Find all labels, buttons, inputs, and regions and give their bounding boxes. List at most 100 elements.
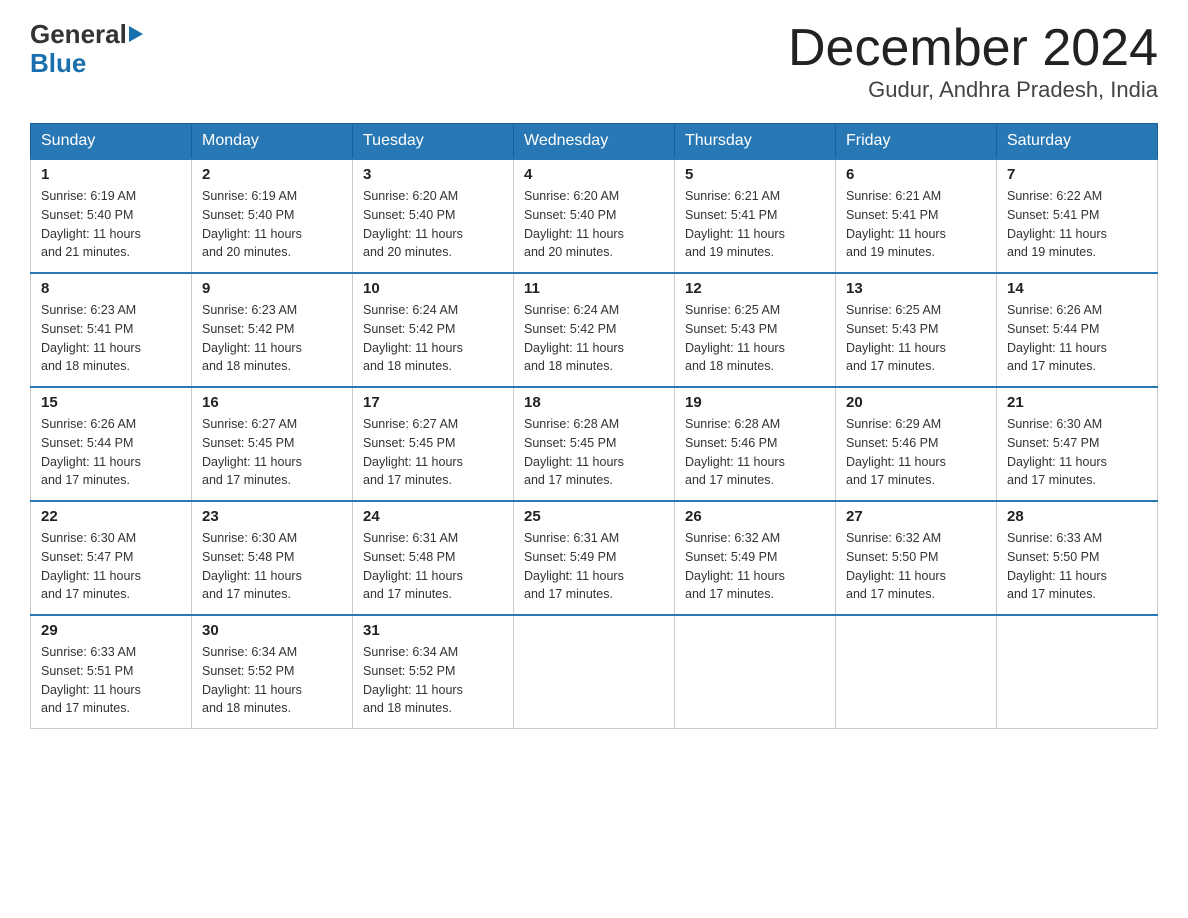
day-info: Sunrise: 6:24 AMSunset: 5:42 PMDaylight:… xyxy=(363,301,503,376)
day-info: Sunrise: 6:34 AMSunset: 5:52 PMDaylight:… xyxy=(363,643,503,718)
day-info: Sunrise: 6:22 AMSunset: 5:41 PMDaylight:… xyxy=(1007,187,1147,262)
week-row-5: 29Sunrise: 6:33 AMSunset: 5:51 PMDayligh… xyxy=(31,615,1158,729)
day-number: 27 xyxy=(846,508,986,525)
day-number: 24 xyxy=(363,508,503,525)
day-number: 18 xyxy=(524,394,664,411)
day-info: Sunrise: 6:30 AMSunset: 5:47 PMDaylight:… xyxy=(1007,415,1147,490)
calendar-cell: 17 Sunrise: 6:27 AMSunset: 5:45 PMDayligh… xyxy=(353,387,514,501)
calendar-cell: 24 Sunrise: 6:31 AMSunset: 5:48 PMDayligh… xyxy=(353,501,514,615)
day-info: Sunrise: 6:19 AMSunset: 5:40 PMDaylight:… xyxy=(202,187,342,262)
day-number: 17 xyxy=(363,394,503,411)
day-number: 12 xyxy=(685,280,825,297)
calendar-cell: 14Sunrise: 6:26 AMSunset: 5:44 PMDayligh… xyxy=(997,273,1158,387)
calendar-cell: 21 Sunrise: 6:30 AMSunset: 5:47 PMDayligh… xyxy=(997,387,1158,501)
day-number: 31 xyxy=(363,622,503,639)
day-info: Sunrise: 6:30 AMSunset: 5:47 PMDaylight:… xyxy=(41,529,181,604)
page-header: General Blue December 2024 Gudur, Andhra… xyxy=(30,20,1158,103)
day-info: Sunrise: 6:31 AMSunset: 5:48 PMDaylight:… xyxy=(363,529,503,604)
calendar-cell: 4Sunrise: 6:20 AMSunset: 5:40 PMDaylight… xyxy=(514,159,675,273)
day-number: 15 xyxy=(41,394,181,411)
day-number: 13 xyxy=(846,280,986,297)
day-number: 25 xyxy=(524,508,664,525)
calendar-cell: 16Sunrise: 6:27 AMSunset: 5:45 PMDayligh… xyxy=(192,387,353,501)
day-number: 23 xyxy=(202,508,342,525)
day-header-monday: Monday xyxy=(192,124,353,160)
day-number: 21 xyxy=(1007,394,1147,411)
title-block: December 2024 Gudur, Andhra Pradesh, Ind… xyxy=(788,20,1158,103)
day-info: Sunrise: 6:27 AMSunset: 5:45 PMDaylight:… xyxy=(202,415,342,490)
calendar-cell: 6 Sunrise: 6:21 AMSunset: 5:41 PMDaylight… xyxy=(836,159,997,273)
day-number: 29 xyxy=(41,622,181,639)
day-info: Sunrise: 6:28 AMSunset: 5:45 PMDaylight:… xyxy=(524,415,664,490)
day-info: Sunrise: 6:23 AMSunset: 5:42 PMDaylight:… xyxy=(202,301,342,376)
day-info: Sunrise: 6:32 AMSunset: 5:50 PMDaylight:… xyxy=(846,529,986,604)
day-info: Sunrise: 6:21 AMSunset: 5:41 PMDaylight:… xyxy=(685,187,825,262)
day-number: 22 xyxy=(41,508,181,525)
day-header-saturday: Saturday xyxy=(997,124,1158,160)
calendar-header-row: SundayMondayTuesdayWednesdayThursdayFrid… xyxy=(31,124,1158,160)
day-number: 8 xyxy=(41,280,181,297)
week-row-1: 1 Sunrise: 6:19 AMSunset: 5:40 PMDaylight… xyxy=(31,159,1158,273)
calendar-cell: 29Sunrise: 6:33 AMSunset: 5:51 PMDayligh… xyxy=(31,615,192,729)
calendar-cell: 13 Sunrise: 6:25 AMSunset: 5:43 PMDayligh… xyxy=(836,273,997,387)
calendar-cell: 31 Sunrise: 6:34 AMSunset: 5:52 PMDayligh… xyxy=(353,615,514,729)
logo-general: General xyxy=(30,20,127,49)
day-number: 20 xyxy=(846,394,986,411)
day-number: 26 xyxy=(685,508,825,525)
calendar-cell: 25 Sunrise: 6:31 AMSunset: 5:49 PMDayligh… xyxy=(514,501,675,615)
day-header-tuesday: Tuesday xyxy=(353,124,514,160)
calendar-subtitle: Gudur, Andhra Pradesh, India xyxy=(788,77,1158,103)
week-row-3: 15Sunrise: 6:26 AMSunset: 5:44 PMDayligh… xyxy=(31,387,1158,501)
calendar-cell: 11 Sunrise: 6:24 AMSunset: 5:42 PMDayligh… xyxy=(514,273,675,387)
calendar-cell: 3Sunrise: 6:20 AMSunset: 5:40 PMDaylight… xyxy=(353,159,514,273)
calendar-title: December 2024 xyxy=(788,20,1158,77)
calendar-cell xyxy=(675,615,836,729)
day-info: Sunrise: 6:25 AMSunset: 5:43 PMDaylight:… xyxy=(846,301,986,376)
calendar-cell: 2 Sunrise: 6:19 AMSunset: 5:40 PMDaylight… xyxy=(192,159,353,273)
calendar-cell: 28 Sunrise: 6:33 AMSunset: 5:50 PMDayligh… xyxy=(997,501,1158,615)
day-number: 28 xyxy=(1007,508,1147,525)
calendar-cell: 12 Sunrise: 6:25 AMSunset: 5:43 PMDayligh… xyxy=(675,273,836,387)
day-info: Sunrise: 6:34 AMSunset: 5:52 PMDaylight:… xyxy=(202,643,342,718)
calendar-table: SundayMondayTuesdayWednesdayThursdayFrid… xyxy=(30,123,1158,729)
day-info: Sunrise: 6:20 AMSunset: 5:40 PMDaylight:… xyxy=(524,187,664,262)
calendar-cell: 26 Sunrise: 6:32 AMSunset: 5:49 PMDayligh… xyxy=(675,501,836,615)
calendar-cell: 22 Sunrise: 6:30 AMSunset: 5:47 PMDayligh… xyxy=(31,501,192,615)
calendar-cell: 20 Sunrise: 6:29 AMSunset: 5:46 PMDayligh… xyxy=(836,387,997,501)
day-info: Sunrise: 6:23 AMSunset: 5:41 PMDaylight:… xyxy=(41,301,181,376)
calendar-cell: 18 Sunrise: 6:28 AMSunset: 5:45 PMDayligh… xyxy=(514,387,675,501)
day-number: 11 xyxy=(524,280,664,297)
calendar-cell: 1 Sunrise: 6:19 AMSunset: 5:40 PMDaylight… xyxy=(31,159,192,273)
day-info: Sunrise: 6:20 AMSunset: 5:40 PMDaylight:… xyxy=(363,187,503,262)
day-number: 2 xyxy=(202,166,342,183)
logo: General Blue xyxy=(30,20,143,77)
day-info: Sunrise: 6:21 AMSunset: 5:41 PMDaylight:… xyxy=(846,187,986,262)
week-row-2: 8 Sunrise: 6:23 AMSunset: 5:41 PMDaylight… xyxy=(31,273,1158,387)
day-number: 1 xyxy=(41,166,181,183)
day-info: Sunrise: 6:19 AMSunset: 5:40 PMDaylight:… xyxy=(41,187,181,262)
day-info: Sunrise: 6:32 AMSunset: 5:49 PMDaylight:… xyxy=(685,529,825,604)
calendar-cell xyxy=(836,615,997,729)
day-number: 6 xyxy=(846,166,986,183)
day-number: 30 xyxy=(202,622,342,639)
calendar-cell: 9Sunrise: 6:23 AMSunset: 5:42 PMDaylight… xyxy=(192,273,353,387)
day-info: Sunrise: 6:25 AMSunset: 5:43 PMDaylight:… xyxy=(685,301,825,376)
day-header-wednesday: Wednesday xyxy=(514,124,675,160)
day-info: Sunrise: 6:29 AMSunset: 5:46 PMDaylight:… xyxy=(846,415,986,490)
week-row-4: 22 Sunrise: 6:30 AMSunset: 5:47 PMDayligh… xyxy=(31,501,1158,615)
day-info: Sunrise: 6:27 AMSunset: 5:45 PMDaylight:… xyxy=(363,415,503,490)
calendar-cell xyxy=(997,615,1158,729)
calendar-cell: 10 Sunrise: 6:24 AMSunset: 5:42 PMDayligh… xyxy=(353,273,514,387)
day-number: 19 xyxy=(685,394,825,411)
calendar-cell: 19Sunrise: 6:28 AMSunset: 5:46 PMDayligh… xyxy=(675,387,836,501)
day-info: Sunrise: 6:31 AMSunset: 5:49 PMDaylight:… xyxy=(524,529,664,604)
calendar-cell: 23Sunrise: 6:30 AMSunset: 5:48 PMDayligh… xyxy=(192,501,353,615)
logo-triangle-icon xyxy=(129,26,143,42)
day-info: Sunrise: 6:33 AMSunset: 5:50 PMDaylight:… xyxy=(1007,529,1147,604)
day-header-friday: Friday xyxy=(836,124,997,160)
day-header-sunday: Sunday xyxy=(31,124,192,160)
calendar-cell: 15Sunrise: 6:26 AMSunset: 5:44 PMDayligh… xyxy=(31,387,192,501)
day-header-thursday: Thursday xyxy=(675,124,836,160)
day-info: Sunrise: 6:24 AMSunset: 5:42 PMDaylight:… xyxy=(524,301,664,376)
day-number: 10 xyxy=(363,280,503,297)
